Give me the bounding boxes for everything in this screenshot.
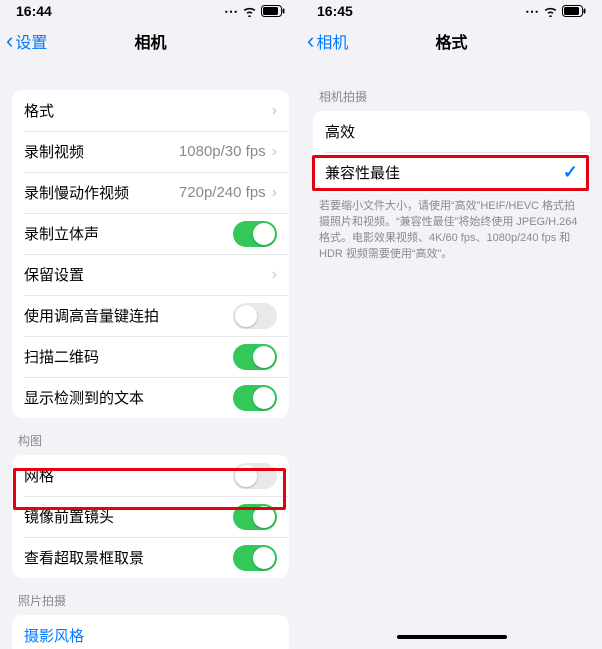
chevron-right-icon: ›	[272, 266, 277, 284]
back-button[interactable]: ‹ 相机	[307, 29, 348, 53]
row-label: 网格	[24, 465, 54, 486]
status-bar: 16:45 ⋯	[301, 0, 602, 22]
chevron-right-icon: ›	[272, 102, 277, 120]
dots-icon: ⋯	[525, 3, 539, 20]
row-high-efficiency[interactable]: 高效	[313, 111, 590, 152]
row-label: 保留设置	[24, 264, 84, 285]
phone-formats: 16:45 ⋯ ‹ 相机 格式 相机拍摄 高效 兼容性最佳 ✓ 若要缩小文件大小…	[301, 0, 602, 649]
status-bar: 16:44 ⋯	[0, 0, 301, 22]
nav-bar: ‹ 相机 格式	[301, 22, 602, 60]
row-grid: 网格	[12, 455, 289, 496]
row-label: 镜像前置镜头	[24, 506, 114, 527]
row-label: 录制立体声	[24, 223, 99, 244]
toggle-scan-qr[interactable]	[233, 344, 277, 370]
chevron-right-icon: ›	[272, 143, 277, 161]
row-label: 使用调高音量键连拍	[24, 305, 159, 326]
row-label: 扫描二维码	[24, 346, 99, 367]
status-indicators: ⋯	[525, 3, 586, 20]
row-label: 显示检测到的文本	[24, 387, 144, 408]
toggle-view-outside[interactable]	[233, 545, 277, 571]
chevron-left-icon: ‹	[6, 30, 13, 52]
row-detail: 720p/240 fps	[179, 184, 266, 201]
row-label: 兼容性最佳	[325, 162, 400, 183]
dots-icon: ⋯	[224, 3, 238, 20]
status-time: 16:44	[16, 3, 52, 19]
row-formats[interactable]: 格式 ›	[12, 90, 289, 131]
battery-icon	[562, 5, 586, 17]
group-composition: 网格 镜像前置镜头 查看超取景框取景	[12, 455, 289, 578]
row-label: 摄影风格	[24, 625, 84, 646]
section-header-composition: 构图	[12, 418, 289, 455]
status-time: 16:45	[317, 3, 353, 19]
row-label: 高效	[325, 121, 355, 142]
footer-formats: 若要缩小文件大小，请使用“高效”HEIF/HEVC 格式拍摄照片和视频。“兼容性…	[313, 193, 590, 263]
row-mirror-front: 镜像前置镜头	[12, 496, 289, 537]
wifi-icon	[242, 6, 257, 17]
row-photo-style[interactable]: 摄影风格	[12, 615, 289, 649]
group-format-options: 高效 兼容性最佳 ✓	[313, 111, 590, 193]
row-record-video[interactable]: 录制视频 1080p/30 fps ›	[12, 131, 289, 172]
toggle-mirror-front[interactable]	[233, 504, 277, 530]
chevron-right-icon: ›	[272, 184, 277, 202]
row-burst-volume: 使用调高音量键连拍	[12, 295, 289, 336]
row-label: 录制视频	[24, 141, 84, 162]
row-detail: 1080p/30 fps	[179, 143, 266, 160]
nav-bar: ‹ 设置 相机	[0, 22, 301, 60]
chevron-left-icon: ‹	[307, 30, 314, 52]
section-header-capture: 照片拍摄	[12, 578, 289, 615]
row-view-outside: 查看超取景框取景	[12, 537, 289, 578]
back-button[interactable]: ‹ 设置	[6, 29, 47, 53]
page-title: 格式	[435, 29, 467, 53]
home-indicator	[397, 635, 507, 639]
phone-camera-settings: 16:44 ⋯ ‹ 设置 相机 格式 › 录制视频 1080p/30 fps ›…	[0, 0, 301, 649]
back-label: 设置	[15, 29, 47, 53]
row-preserve[interactable]: 保留设置 ›	[12, 254, 289, 295]
row-record-slomo[interactable]: 录制慢动作视频 720p/240 fps ›	[12, 172, 289, 213]
toggle-grid[interactable]	[233, 463, 277, 489]
back-label: 相机	[316, 29, 348, 53]
status-indicators: ⋯	[224, 3, 285, 20]
checkmark-icon: ✓	[563, 162, 578, 183]
row-most-compatible[interactable]: 兼容性最佳 ✓	[313, 152, 590, 193]
row-label: 录制慢动作视频	[24, 182, 129, 203]
toggle-detected-text[interactable]	[233, 385, 277, 411]
group-camera: 格式 › 录制视频 1080p/30 fps › 录制慢动作视频 720p/24…	[12, 90, 289, 418]
toggle-burst-volume[interactable]	[233, 303, 277, 329]
section-header-capture: 相机拍摄	[313, 60, 590, 111]
row-stereo: 录制立体声	[12, 213, 289, 254]
settings-content: 格式 › 录制视频 1080p/30 fps › 录制慢动作视频 720p/24…	[0, 90, 301, 649]
wifi-icon	[543, 6, 558, 17]
row-detected-text: 显示检测到的文本	[12, 377, 289, 418]
page-title: 相机	[134, 29, 166, 53]
row-label: 格式	[24, 100, 54, 121]
formats-content: 相机拍摄 高效 兼容性最佳 ✓ 若要缩小文件大小，请使用“高效”HEIF/HEV…	[301, 60, 602, 283]
group-photo-capture: 摄影风格	[12, 615, 289, 649]
toggle-stereo[interactable]	[233, 221, 277, 247]
row-label: 查看超取景框取景	[24, 547, 144, 568]
row-scan-qr: 扫描二维码	[12, 336, 289, 377]
battery-icon	[261, 5, 285, 17]
